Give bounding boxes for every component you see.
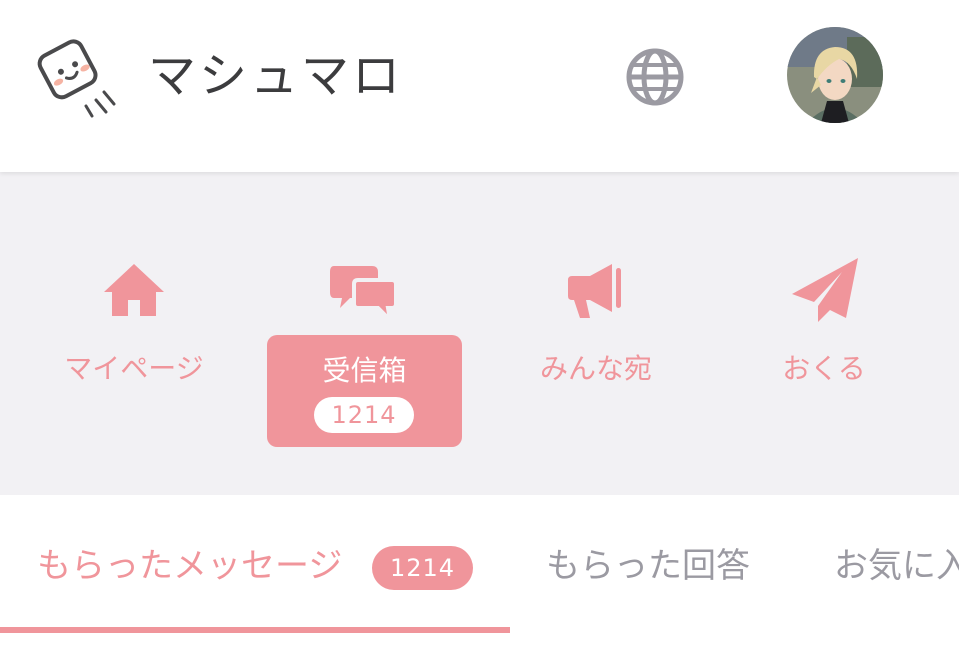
nav-item-label: おくる	[782, 352, 866, 385]
home-icon	[104, 264, 164, 316]
user-avatar[interactable]	[787, 27, 883, 123]
tab-favorites[interactable]: お気に入	[834, 543, 959, 589]
megaphone-icon	[568, 264, 621, 318]
main-nav: マイページ みんな宛 おくる	[0, 172, 959, 495]
marshmallow-logo-icon[interactable]	[34, 34, 122, 122]
nav-item-label: 受信箱	[322, 354, 407, 387]
brand-name[interactable]: マシュマロ	[148, 46, 403, 106]
app-header: マシュマロ	[0, 0, 959, 172]
nav-item-everyone[interactable]: みんな宛	[496, 172, 696, 495]
nav-item-send[interactable]: おくる	[724, 172, 924, 495]
inbox-count-badge: 1214	[314, 397, 414, 433]
nav-item-label: マイページ	[64, 352, 204, 385]
nav-item-mypage[interactable]: マイページ	[34, 172, 234, 495]
nav-item-inbox-icon-area[interactable]	[264, 172, 464, 332]
tab-received-messages[interactable]: もらったメッセージ	[37, 543, 342, 589]
message-count-badge: 1214	[372, 546, 473, 590]
paper-plane-icon	[792, 258, 858, 322]
chat-bubbles-icon	[330, 266, 398, 322]
nav-item-label: みんな宛	[539, 352, 652, 385]
globe-icon[interactable]	[624, 46, 686, 108]
active-tab-indicator	[0, 627, 510, 633]
tab-received-answers[interactable]: もらった回答	[546, 543, 750, 589]
tab-bar: もらったメッセージ 1214 もらった回答 お気に入	[0, 495, 959, 646]
nav-item-inbox[interactable]: 受信箱 1214	[267, 335, 462, 447]
